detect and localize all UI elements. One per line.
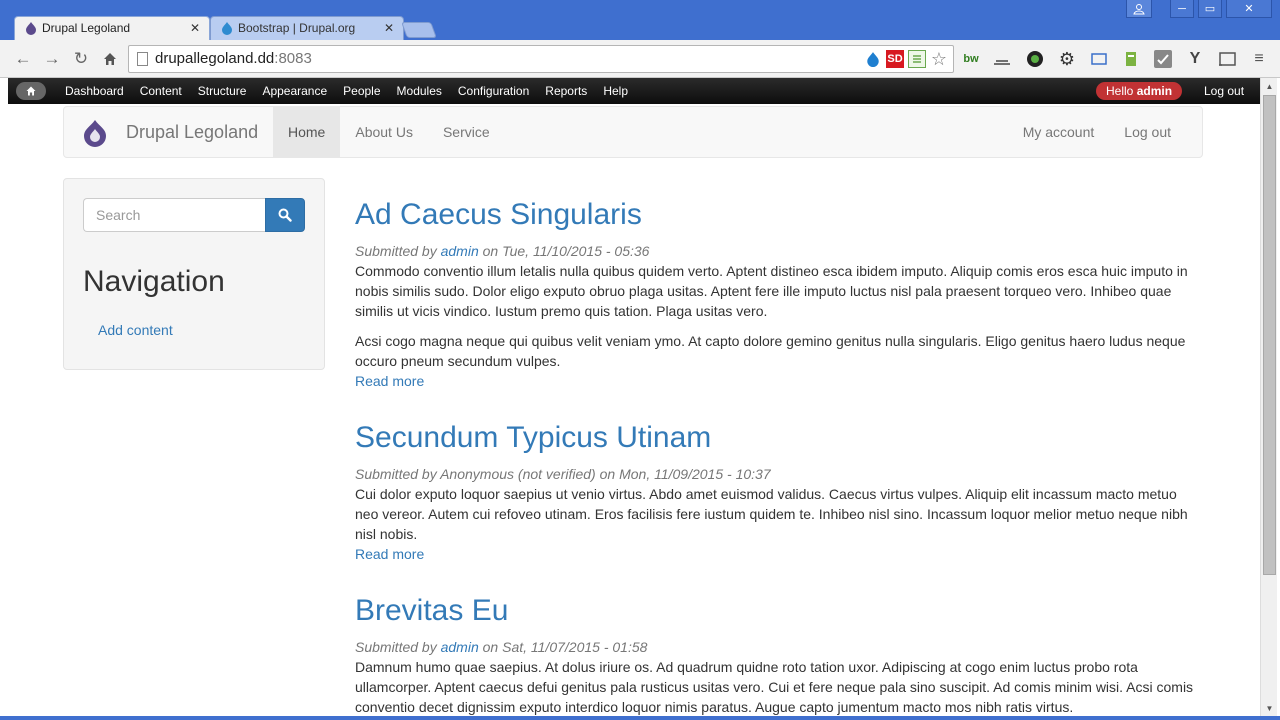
scroll-thumb[interactable] bbox=[1263, 95, 1276, 575]
gear-icon[interactable]: ⚙ bbox=[1058, 49, 1076, 69]
admin-menu-people[interactable]: People bbox=[335, 78, 388, 104]
drupal-icon[interactable] bbox=[864, 50, 882, 68]
sd-icon[interactable]: SD bbox=[886, 50, 904, 68]
article-title[interactable]: Secundum Typicus Utinam bbox=[355, 421, 1203, 454]
new-tab-button[interactable] bbox=[401, 22, 437, 38]
main-menu-about-us[interactable]: About Us bbox=[340, 107, 428, 157]
home-icon[interactable] bbox=[99, 48, 121, 70]
tab-title: Drupal Legoland bbox=[42, 21, 131, 35]
admin-menu-appearance[interactable]: Appearance bbox=[254, 78, 335, 104]
admin-menu-configuration[interactable]: Configuration bbox=[450, 78, 537, 104]
hello-username: admin bbox=[1136, 84, 1173, 98]
article-date: on Tue, 11/10/2015 - 05:36 bbox=[478, 243, 650, 259]
account-menu-my-account[interactable]: My account bbox=[1008, 107, 1110, 157]
admin-home-icon[interactable] bbox=[16, 82, 46, 100]
account-menu: My account Log out bbox=[1008, 107, 1186, 157]
site-navbar: Drupal Legoland Home About Us Service My… bbox=[63, 106, 1203, 158]
close-window-icon[interactable]: ✕ bbox=[1226, 0, 1272, 18]
tab-bootstrap-drupal-org[interactable]: Bootstrap | Drupal.org ✕ bbox=[210, 16, 404, 40]
menu-icon[interactable]: ≡ bbox=[1250, 50, 1268, 68]
submitted-by-text: Submitted by bbox=[355, 466, 441, 482]
url-port: :8083 bbox=[274, 50, 312, 67]
star-icon[interactable]: ☆ bbox=[930, 49, 948, 69]
window-bottom-border bbox=[0, 716, 1280, 720]
article-body-paragraph: Commodo conventio illum letalis nulla qu… bbox=[355, 263, 1188, 319]
author-link[interactable]: admin bbox=[441, 243, 479, 259]
author-link[interactable]: admin bbox=[441, 639, 479, 655]
drupal-org-favicon-icon bbox=[222, 22, 232, 35]
browser-toolbar: ← → ↻ drupallegoland.dd:8083 SD ☆ bw ⚙ Y… bbox=[0, 40, 1280, 78]
reload-icon[interactable]: ↻ bbox=[70, 48, 92, 70]
admin-toolbar: Dashboard Content Structure Appearance P… bbox=[8, 78, 1260, 104]
search-input[interactable] bbox=[83, 198, 266, 232]
admin-menu-help[interactable]: Help bbox=[595, 78, 636, 104]
tab-close-icon[interactable]: ✕ bbox=[190, 16, 200, 40]
article-meta: Submitted by admin on Tue, 11/10/2015 - … bbox=[355, 241, 1203, 261]
scale-icon[interactable] bbox=[993, 50, 1011, 68]
evernote-icon[interactable] bbox=[1122, 50, 1140, 68]
read-more-link[interactable]: Read more bbox=[355, 544, 1203, 564]
page-icon bbox=[137, 52, 148, 66]
check-icon[interactable] bbox=[1154, 50, 1172, 68]
site-brand-name[interactable]: Drupal Legoland bbox=[126, 107, 258, 157]
profile-icon[interactable] bbox=[1126, 0, 1152, 18]
read-more-link[interactable]: Read more bbox=[355, 371, 1203, 391]
back-icon[interactable]: ← bbox=[12, 48, 34, 70]
y-icon[interactable]: Y bbox=[1186, 50, 1204, 68]
add-content-link[interactable]: Add content bbox=[98, 322, 173, 338]
admin-menu-dashboard[interactable]: Dashboard bbox=[57, 78, 132, 104]
sidebar-heading: Navigation bbox=[83, 265, 225, 298]
bw-icon[interactable]: bw bbox=[960, 50, 982, 68]
url-host: drupallegoland.dd bbox=[155, 50, 275, 67]
drupal-logo-icon[interactable] bbox=[82, 119, 108, 147]
article-date: on Mon, 11/09/2015 - 10:37 bbox=[595, 466, 771, 482]
cast-icon[interactable] bbox=[1218, 50, 1236, 68]
admin-menu-reports[interactable]: Reports bbox=[537, 78, 595, 104]
search-button[interactable] bbox=[265, 198, 305, 232]
color-icon[interactable] bbox=[1026, 50, 1044, 68]
screen-icon[interactable] bbox=[1090, 50, 1108, 68]
browser-tabstrip: Drupal Legoland ✕ Bootstrap | Drupal.org… bbox=[0, 0, 1280, 40]
article-date: on Sat, 11/07/2015 - 01:58 bbox=[478, 639, 648, 655]
hello-prefix: Hello bbox=[1106, 84, 1137, 98]
address-bar[interactable]: drupallegoland.dd:8083 bbox=[128, 45, 954, 73]
maximize-icon[interactable]: ▭ bbox=[1198, 0, 1222, 18]
tab-drupal-legoland[interactable]: Drupal Legoland ✕ bbox=[14, 16, 210, 40]
minimize-icon[interactable]: ─ bbox=[1170, 0, 1194, 18]
admin-menu-modules[interactable]: Modules bbox=[389, 78, 450, 104]
submitted-by-text: Submitted by bbox=[355, 243, 441, 259]
author-name: Anonymous (not verified) bbox=[440, 466, 596, 482]
article-teaser: Secundum Typicus Utinam Submitted by Ano… bbox=[355, 421, 1203, 564]
article-meta: Submitted by Anonymous (not verified) on… bbox=[355, 464, 1203, 484]
article-meta: Submitted by admin on Sat, 11/07/2015 - … bbox=[355, 637, 1203, 657]
search-icon bbox=[278, 208, 292, 222]
drupal-favicon-icon bbox=[26, 22, 36, 35]
article-teaser: Brevitas Eu Submitted by admin on Sat, 1… bbox=[355, 594, 1203, 717]
article-title[interactable]: Ad Caecus Singularis bbox=[355, 198, 1203, 231]
article-teaser: Ad Caecus Singularis Submitted by admin … bbox=[355, 198, 1203, 391]
article-title[interactable]: Brevitas Eu bbox=[355, 594, 1203, 627]
admin-menu-structure[interactable]: Structure bbox=[190, 78, 255, 104]
main-menu-home[interactable]: Home bbox=[273, 107, 341, 157]
tab-title: Bootstrap | Drupal.org bbox=[238, 21, 356, 35]
hello-user-badge[interactable]: Hello admin bbox=[1096, 82, 1183, 100]
sheet-icon[interactable] bbox=[908, 50, 926, 68]
scroll-up-icon[interactable]: ▲ bbox=[1261, 78, 1278, 94]
scroll-down-icon[interactable]: ▼ bbox=[1261, 700, 1278, 716]
forward-icon[interactable]: → bbox=[41, 48, 63, 70]
submitted-by-text: Submitted by bbox=[355, 639, 441, 655]
admin-menu-content[interactable]: Content bbox=[132, 78, 190, 104]
admin-logout-link[interactable]: Log out bbox=[1196, 78, 1252, 104]
article-body-paragraph: Acsi cogo magna neque qui quibus velit v… bbox=[355, 333, 1186, 369]
article-body-paragraph: Cui dolor exputo loquor saepius ut venio… bbox=[355, 486, 1188, 542]
account-menu-log-out[interactable]: Log out bbox=[1109, 107, 1186, 157]
window-controls: ─ ▭ ✕ bbox=[1126, 0, 1272, 18]
tab-close-icon[interactable]: ✕ bbox=[384, 16, 394, 40]
main-menu: Home About Us Service bbox=[273, 107, 505, 157]
article-body-paragraph: Damnum humo quae saepius. At dolus iriur… bbox=[355, 659, 1194, 715]
admin-menu: Dashboard Content Structure Appearance P… bbox=[57, 78, 636, 104]
main-menu-service[interactable]: Service bbox=[428, 107, 505, 157]
page-scrollbar[interactable]: ▲ ▼ bbox=[1260, 78, 1277, 716]
sidebar: Navigation Add content bbox=[63, 178, 325, 370]
